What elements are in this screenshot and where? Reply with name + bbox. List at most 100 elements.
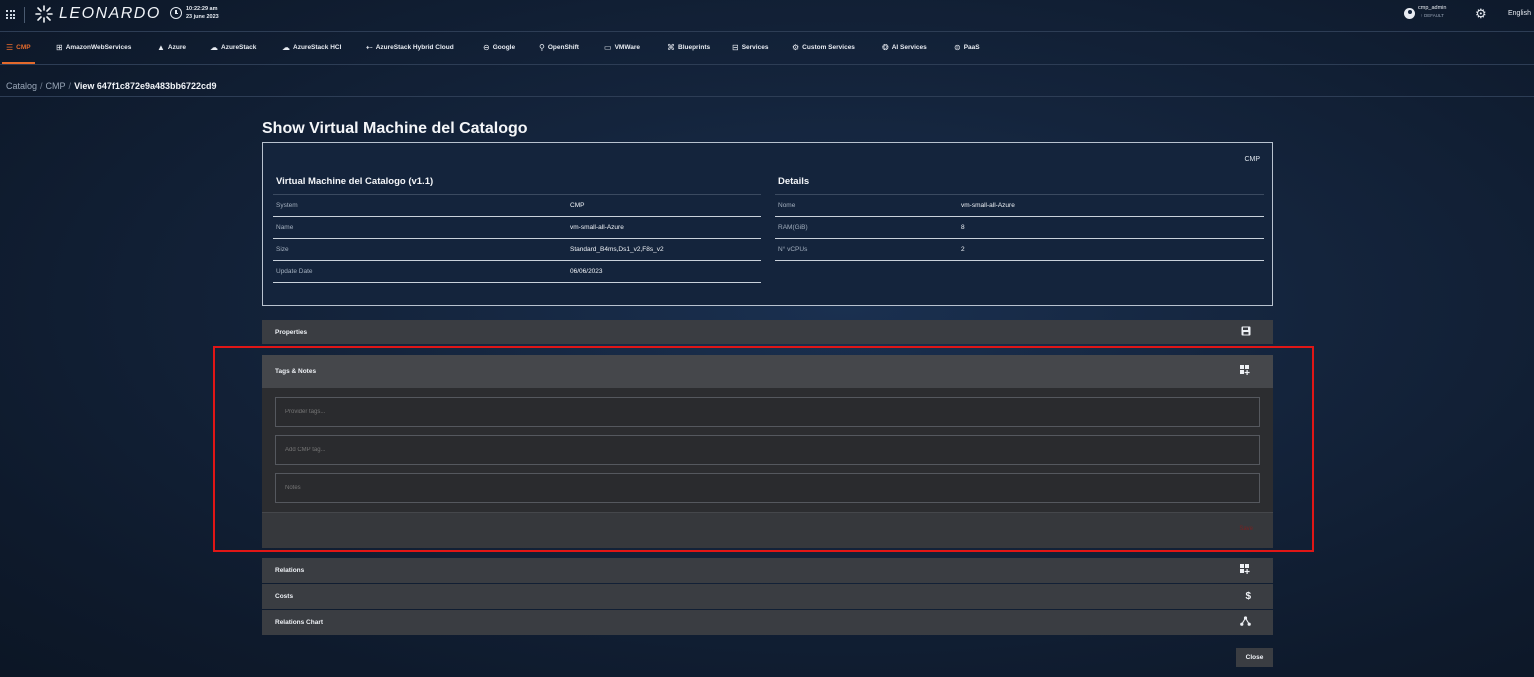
tags-notes-footer: Save [262, 512, 1273, 548]
breadcrumb-current: View 647f1c872e9a483bb6722cd9 [74, 81, 217, 91]
nav-item-azurestack-hybrid-cloud[interactable]: ⇠ AzureStack Hybrid Cloud [362, 38, 458, 56]
nav-item-azure[interactable]: ▲ Azure [153, 38, 190, 56]
services-icon: ⊟ [732, 42, 739, 52]
info-row: System CMP [273, 195, 761, 217]
breadcrumb-separator: / [40, 81, 43, 91]
dollar-icon[interactable]: $ [1245, 591, 1251, 602]
top-bar: LEONARDO 10:22:29 am 23 june 2023 cmp_ad… [0, 0, 1534, 31]
info-value: 8 [961, 224, 965, 231]
nav-item-label: Blueprints [678, 43, 711, 51]
leonardo-logo-icon [35, 5, 53, 23]
language-selector[interactable]: English [1508, 10, 1531, 17]
info-key: Name [276, 224, 294, 231]
info-row: Name vm-small-all-Azure [273, 217, 761, 239]
add-grid-icon[interactable] [1240, 365, 1251, 378]
user-name: cmp_admin [1418, 5, 1447, 11]
properties-accordion[interactable]: Properties [262, 320, 1273, 344]
user-role: ↑ DEFAULT [1420, 13, 1444, 18]
hierarchy-icon[interactable] [1240, 616, 1251, 629]
breadcrumb-separator: / [68, 81, 72, 91]
nav-item-services[interactable]: ⊟ Services [728, 38, 772, 56]
info-value: Standard_B4ms,Ds1_v2,F8s_v2 [570, 246, 664, 253]
save-floppy-icon[interactable] [1241, 326, 1251, 339]
details-section-title: Details [778, 176, 810, 187]
nav-item-label: OpenShift [547, 43, 579, 51]
info-row: RAM(GiB) 8 [775, 217, 1264, 239]
relations-label: Relations [275, 567, 305, 574]
info-key: N° vCPUs [778, 246, 808, 253]
info-row: Size Standard_B4ms,Ds1_v2,F8s_v2 [273, 239, 761, 261]
nav-divider-line [0, 64, 1534, 65]
nav-item-azurestack-hci[interactable]: ☁ AzureStack HCI [278, 38, 345, 56]
provider-tags-input[interactable] [275, 397, 1260, 427]
clock-icon [170, 7, 182, 19]
google-icon: ⊖ [483, 42, 490, 52]
relations-chart-accordion[interactable]: Relations Chart [262, 610, 1273, 635]
nav-item-label: PaaS [963, 43, 980, 51]
vm-section-title: Virtual Machine del Catalogo (v1.1) [276, 176, 434, 187]
save-button[interactable]: Save [1239, 526, 1253, 532]
user-icon[interactable] [1404, 8, 1415, 19]
cloud-icon: ☁ [282, 42, 290, 52]
cmp-tag-input[interactable] [275, 435, 1260, 465]
nav-item-ai-services[interactable]: ❂ AI Services [878, 38, 931, 56]
info-key: Update Date [276, 268, 313, 275]
tags-notes-body [262, 388, 1273, 512]
page-title: Show Virtual Machine del Catalogo [262, 120, 528, 137]
nav-item-custom-services[interactable]: ⚙ Custom Services [788, 38, 859, 56]
settings-gear-icon[interactable]: ⚙ [1475, 7, 1488, 20]
info-key: System [276, 202, 298, 209]
info-value: vm-small-all-Azure [961, 202, 1015, 209]
nav-item-google[interactable]: ⊖ Google [479, 38, 519, 56]
monitor-icon: ▭ [604, 42, 612, 52]
cloud-icon: ☁ [210, 42, 218, 52]
apps-grid-icon[interactable] [6, 10, 15, 19]
openshift-icon: ⚲ [539, 42, 545, 52]
nav-item-label: AmazonWebServices [65, 43, 132, 51]
grid-icon: ⊞ [56, 42, 63, 52]
add-grid-icon[interactable] [1240, 564, 1251, 577]
notes-input[interactable] [275, 473, 1260, 503]
info-row: Update Date 06/06/2023 [273, 261, 761, 283]
relations-chart-label: Relations Chart [275, 619, 324, 626]
paas-icon: ⊜ [954, 42, 961, 52]
custom-services-icon: ⚙ [792, 42, 800, 52]
stack-icon: ☰ [6, 42, 14, 52]
nav-item-amazonwebservices[interactable]: ⊞ AmazonWebServices [52, 38, 135, 56]
nav-item-cmp[interactable]: ☰ CMP [2, 38, 35, 64]
blueprint-icon: ⌘ [667, 42, 675, 52]
info-row: Nome vm-small-all-Azure [775, 195, 1264, 217]
tags-notes-accordion[interactable]: Tags & Notes [262, 355, 1273, 388]
costs-accordion[interactable]: Costs $ [262, 584, 1273, 609]
close-button[interactable]: Close [1236, 648, 1273, 667]
nav-item-vmware[interactable]: ▭ VMWare [600, 38, 644, 56]
nav-item-openshift[interactable]: ⚲ OpenShift [535, 38, 583, 56]
datetime: 10:22:29 am 23 june 2023 [186, 5, 219, 21]
info-key: Nome [778, 202, 796, 209]
brand-logo[interactable]: LEONARDO [35, 5, 161, 23]
breadcrumb-catalog[interactable]: Catalog [6, 81, 37, 91]
relations-accordion[interactable]: Relations [262, 558, 1273, 583]
provider-tag: CMP [1244, 156, 1260, 163]
nav-item-label: Custom Services [802, 43, 855, 51]
costs-label: Costs [275, 593, 294, 600]
info-key: RAM(GiB) [778, 224, 808, 231]
header-divider [24, 7, 25, 23]
vm-info-card: CMP Virtual Machine del Catalogo (v1.1) … [262, 142, 1273, 306]
nav-item-label: Google [492, 43, 516, 51]
info-value: CMP [570, 202, 585, 209]
nav-item-azurestack[interactable]: ☁ AzureStack [206, 38, 260, 56]
logo-text: LEONARDO [59, 5, 161, 22]
breadcrumb-divider-line [0, 96, 1534, 97]
user-menu[interactable]: cmp_admin ↑ DEFAULT [1418, 5, 1446, 19]
nav-item-paas[interactable]: ⊜ PaaS [950, 38, 984, 56]
hybrid-icon: ⇠ [366, 42, 373, 52]
nav-item-label: AzureStack HCI [293, 43, 342, 51]
nav-item-blueprints[interactable]: ⌘ Blueprints [663, 38, 714, 56]
breadcrumb: Catalog / CMP / View 647f1c872e9a483bb6722cd… [6, 81, 217, 91]
info-key: Size [276, 246, 289, 253]
header-divider-line [0, 31, 1534, 32]
current-date: 23 june 2023 [186, 14, 219, 20]
breadcrumb-cmp[interactable]: CMP [46, 81, 66, 91]
info-row: N° vCPUs 2 [775, 239, 1264, 261]
